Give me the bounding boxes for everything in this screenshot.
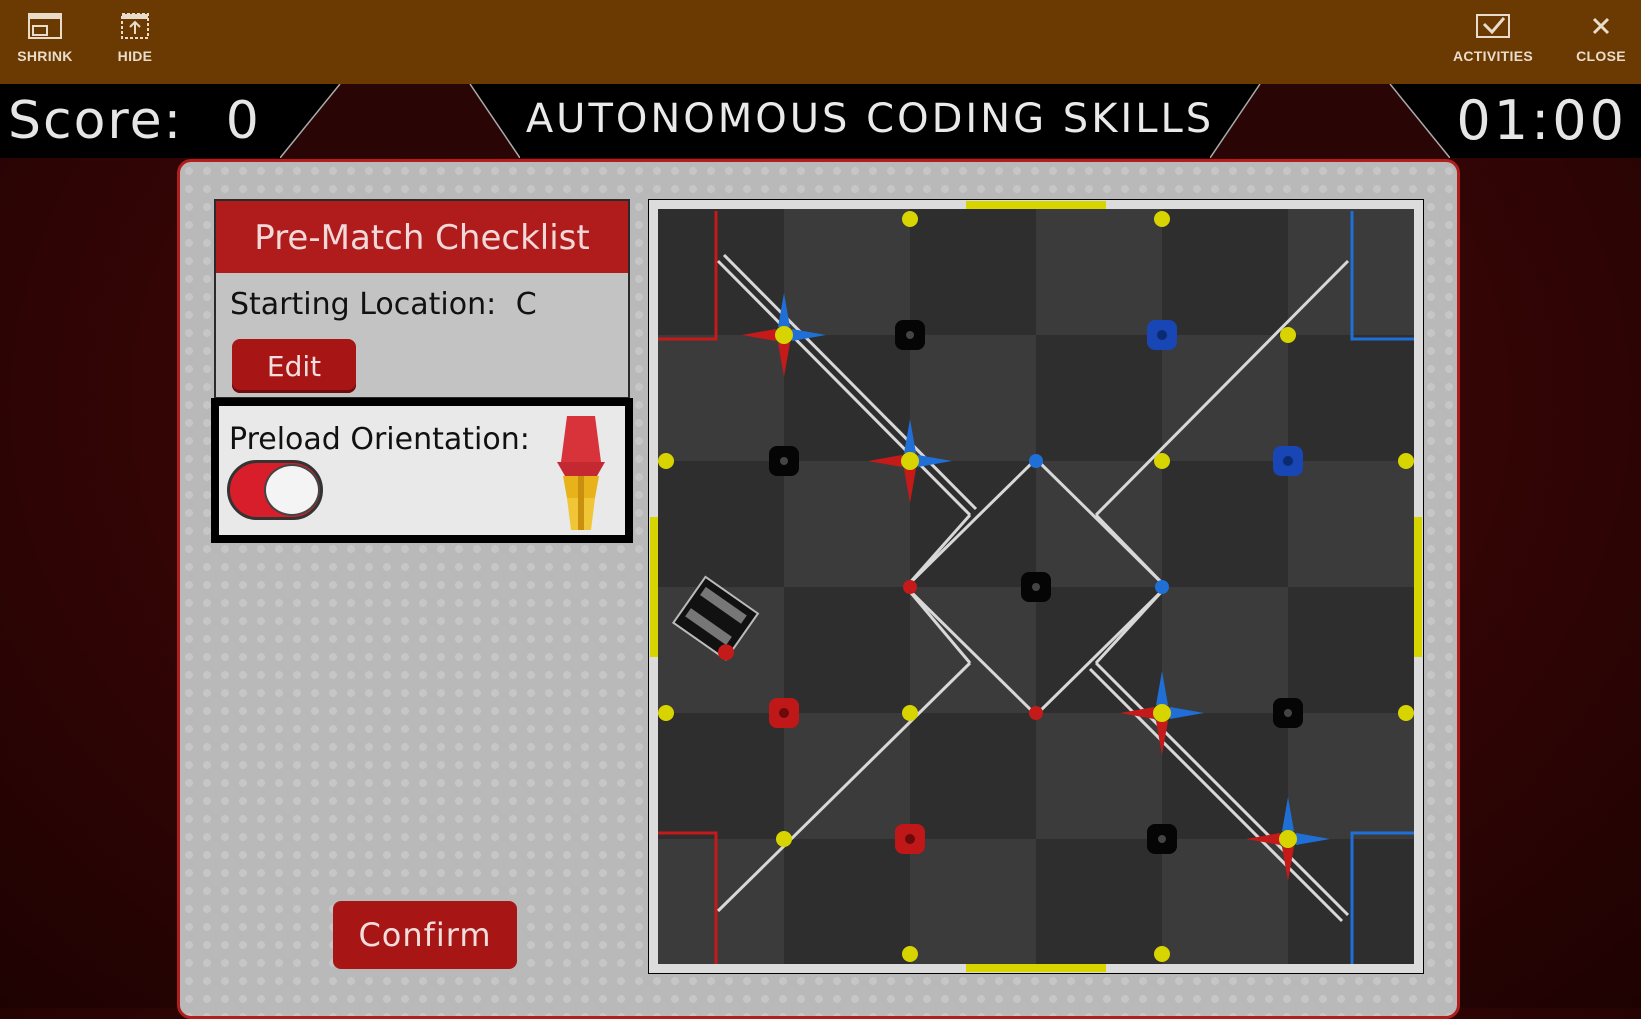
score-label: Score: [8,91,184,151]
activities-label: ACTIVITIES [1452,48,1533,64]
page-title: AUTONOMOUS CODING SKILLS [525,96,1215,142]
match-timer: 01:00 [1456,89,1627,152]
close-button[interactable]: CLOSE [1556,8,1641,78]
hide-button[interactable]: HIDE [90,8,180,78]
preload-orientation-label: Preload Orientation: [229,422,530,457]
starting-location-value: C [515,287,537,322]
score-display: Score: 0 [0,84,308,158]
pre-match-checklist: Pre-Match Checklist Starting Location: C… [214,199,630,399]
preload-orientation-card: Preload Orientation: [211,398,633,543]
checklist-title: Pre-Match Checklist [216,201,628,273]
activities-button[interactable]: ACTIVITIES [1448,8,1538,78]
window-shrink-icon [28,13,62,39]
close-label: CLOSE [1576,48,1626,64]
starting-location-label: Starting Location: [230,287,497,322]
starting-location: Starting Location: C [230,287,547,322]
preload-orientation-toggle[interactable] [227,460,323,520]
bottom-goal [966,964,1106,972]
checkmark-box-icon [1476,14,1510,38]
top-toolbar: SHRINK HIDE ACTIVITIES CLOSE [0,0,1641,84]
score-value: 0 [225,91,261,151]
edit-button[interactable]: Edit [232,339,356,393]
close-icon [1592,17,1610,35]
top-goal [966,201,1106,209]
game-field [648,199,1424,974]
hide-label: HIDE [117,48,153,64]
confirm-button[interactable]: Confirm [333,901,517,969]
left-goal [650,517,658,657]
right-goal [1414,517,1422,657]
cone-icon [557,416,605,530]
window-hide-icon [121,13,149,39]
shrink-button[interactable]: SHRINK [0,8,90,78]
shrink-label: SHRINK [17,48,73,64]
toggle-knob [264,464,320,516]
